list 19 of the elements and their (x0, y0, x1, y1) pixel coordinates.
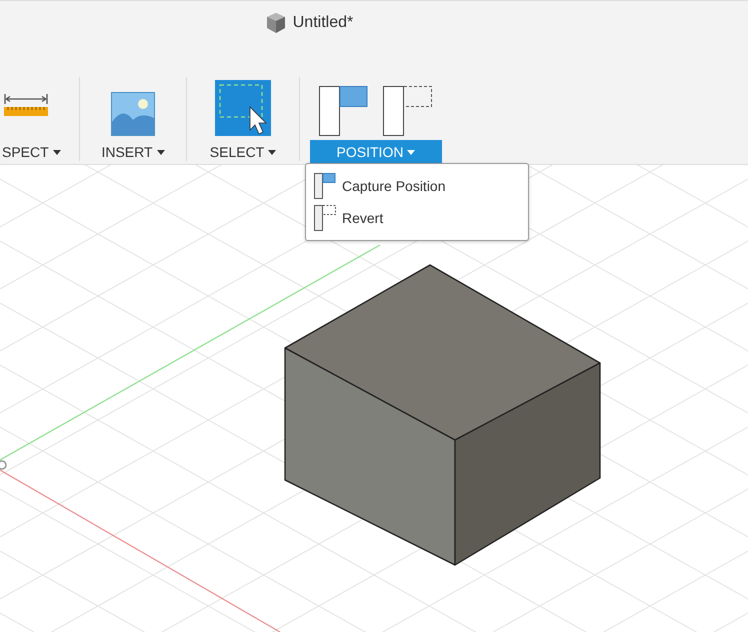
select-cursor-icon[interactable] (215, 80, 271, 136)
caret-icon (407, 150, 416, 154)
toolbar-menu-button[interactable]: SELECT (202, 140, 284, 164)
revert-position-icon (314, 205, 336, 231)
menu-item[interactable]: Capture Position (306, 170, 528, 202)
caret-icon (268, 150, 276, 154)
box-drawing[interactable] (284, 264, 601, 566)
ruler-icon[interactable] (4, 93, 48, 117)
menu-item[interactable]: Revert (306, 202, 528, 234)
picture-icon[interactable] (111, 92, 155, 136)
window-title: Untitled* (292, 14, 354, 32)
caret-icon (52, 150, 61, 154)
cube-icon (264, 12, 287, 34)
revert-position-icon[interactable] (383, 86, 433, 136)
toolbar-menu-button[interactable]: SPECT (0, 140, 69, 164)
capture-position-icon (314, 173, 336, 199)
toolbar-menu-button[interactable]: INSERT (93, 140, 173, 164)
caret-icon (156, 150, 165, 154)
capture-position-icon[interactable] (319, 86, 369, 136)
